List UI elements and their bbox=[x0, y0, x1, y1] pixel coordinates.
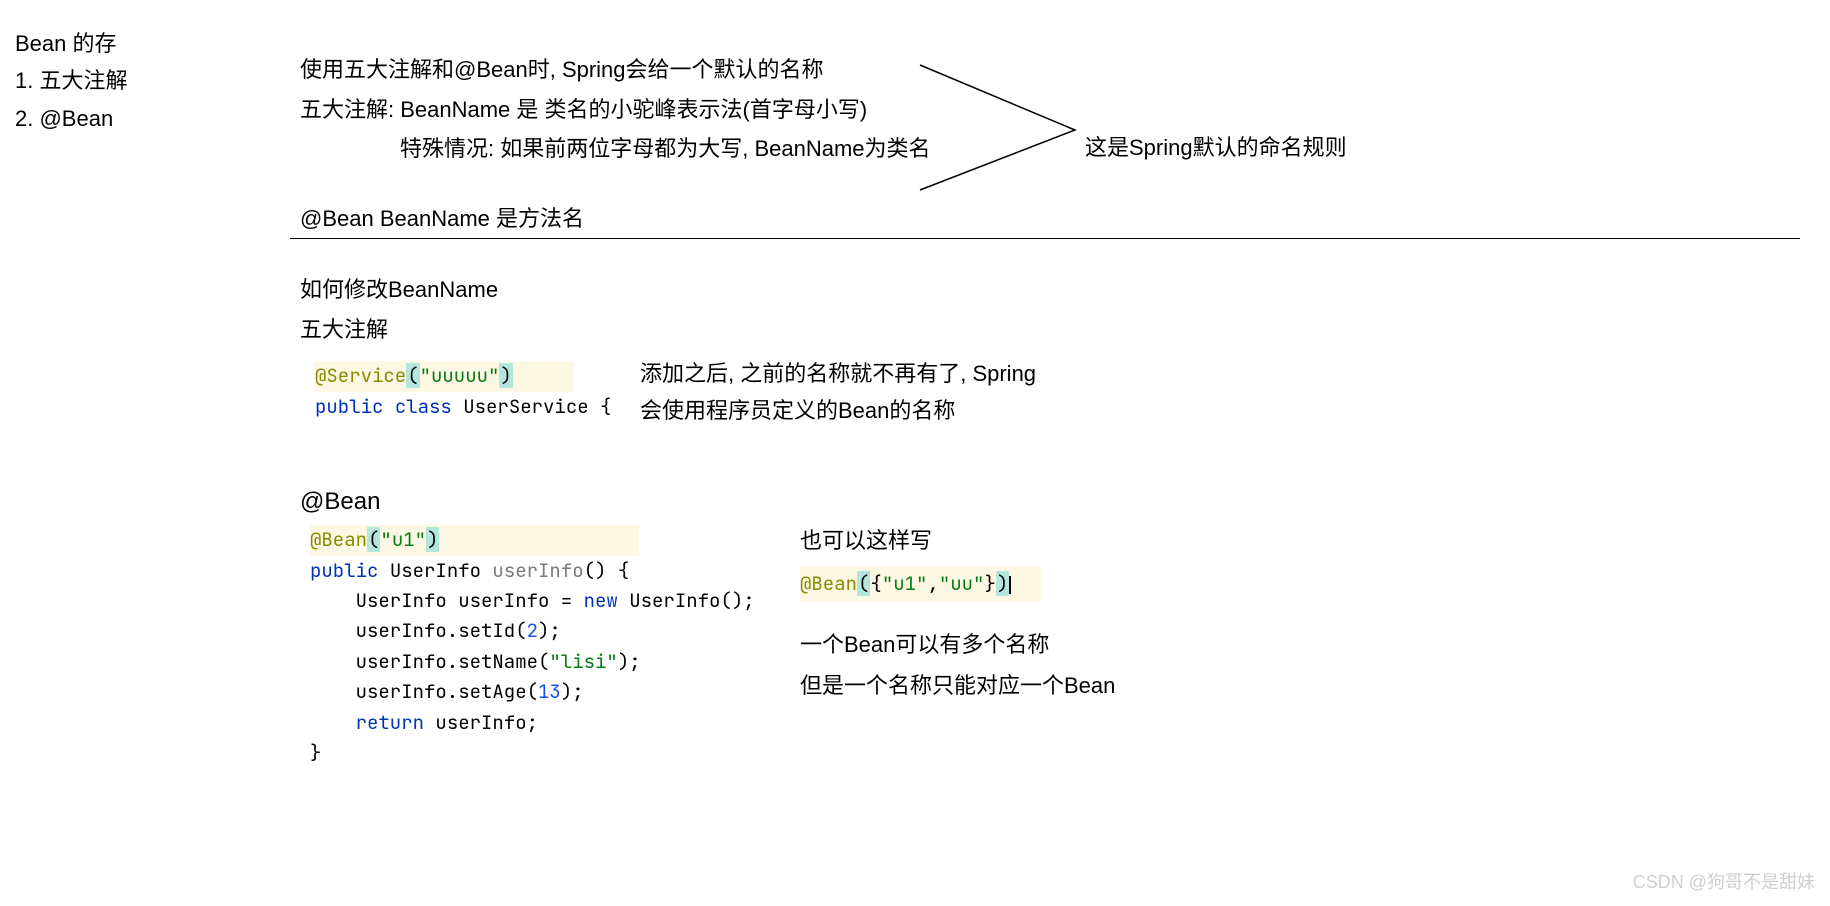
code-text: } bbox=[310, 740, 321, 765]
code-bean-method: @Bean("u1") public UserInfo userInfo() {… bbox=[310, 523, 755, 770]
number-literal: 2 bbox=[527, 618, 538, 643]
annotation-arg: "uuuuu" bbox=[420, 363, 500, 388]
number-literal: 13 bbox=[538, 679, 561, 704]
sidebar-item: 2. @Bean bbox=[15, 100, 127, 137]
sidebar-title: Bean 的存 bbox=[15, 25, 127, 62]
code-text: userInfo.setAge( bbox=[356, 679, 538, 704]
code-text: ); bbox=[538, 618, 561, 643]
annotation-arg: "u1" bbox=[380, 527, 426, 552]
annotation: @Service bbox=[315, 363, 406, 388]
keyword-return: return bbox=[356, 710, 424, 735]
section-bean: @Bean @Bean("u1") public UserInfo userIn… bbox=[300, 480, 755, 770]
horizontal-divider bbox=[290, 238, 1800, 239]
top-section: 使用五大注解和@Bean时, Spring会给一个默认的名称 五大注解: Bea… bbox=[300, 50, 1800, 238]
note-line: 一个Bean可以有多个名称 bbox=[800, 624, 1115, 666]
code-text: UserInfo(); bbox=[618, 588, 755, 613]
code-text: ); bbox=[561, 679, 584, 704]
top-line-4: @Bean BeanName 是方法名 bbox=[300, 199, 1800, 239]
sidebar-item: 1. 五大注解 bbox=[15, 62, 127, 99]
sec3-heading: @Bean bbox=[300, 480, 755, 523]
section-rename: 如何修改BeanName 五大注解 @Service("uuuuu") publ… bbox=[300, 270, 611, 424]
cursor-icon bbox=[1009, 576, 1011, 594]
sec2-heading-2: 五大注解 bbox=[300, 310, 611, 350]
code-text: userInfo; bbox=[424, 710, 538, 735]
code-bean-multi: @Bean({"u1","uu"}) bbox=[800, 566, 1041, 602]
right-annotation: 这是Spring默认的命名规则 bbox=[1085, 130, 1347, 162]
keyword-public: public bbox=[315, 394, 383, 419]
code-text: userInfo.setId( bbox=[356, 618, 527, 643]
sec2-heading-1: 如何修改BeanName bbox=[300, 270, 611, 310]
sec3-right: 也可以这样写 @Bean({"u1","uu"}) 一个Bean可以有多个名称 … bbox=[800, 520, 1115, 707]
top-line-1: 使用五大注解和@Bean时, Spring会给一个默认的名称 bbox=[300, 50, 1800, 90]
top-line-2: 五大注解: BeanName 是 类名的小驼峰表示法(首字母小写) bbox=[300, 90, 1800, 130]
code-text: () { bbox=[584, 558, 630, 583]
string-literal: "lisi" bbox=[549, 649, 617, 674]
annotation: @Bean bbox=[310, 527, 367, 552]
return-type: UserInfo bbox=[390, 558, 481, 583]
note-line: 会使用程序员定义的Bean的名称 bbox=[640, 392, 1036, 429]
code-text: UserInfo userInfo = bbox=[356, 588, 584, 613]
sidebar: Bean 的存 1. 五大注解 2. @Bean bbox=[15, 25, 127, 137]
code-text: ); bbox=[618, 649, 641, 674]
keyword-class: class bbox=[395, 394, 452, 419]
code-service: @Service("uuuuu") public class UserServi… bbox=[315, 359, 611, 424]
method-name: userInfo bbox=[492, 558, 583, 583]
note-line: 但是一个名称只能对应一个Bean bbox=[800, 665, 1115, 707]
annotation: @Bean bbox=[800, 571, 857, 596]
code-text: userInfo.setName( bbox=[356, 649, 550, 674]
class-name: UserService { bbox=[463, 394, 611, 419]
watermark: CSDN @狗哥不是甜妹 bbox=[1633, 868, 1815, 894]
sec2-note: 添加之后, 之前的名称就不再有了, Spring 会使用程序员定义的Bean的名… bbox=[640, 355, 1036, 430]
keyword-new: new bbox=[584, 588, 618, 613]
note-line: 添加之后, 之前的名称就不再有了, Spring bbox=[640, 355, 1036, 392]
also-write: 也可以这样写 bbox=[800, 520, 1115, 562]
keyword-public: public bbox=[310, 558, 378, 583]
top-line-3: 特殊情况: 如果前两位字母都为大写, BeanName为类名 bbox=[300, 129, 1800, 169]
